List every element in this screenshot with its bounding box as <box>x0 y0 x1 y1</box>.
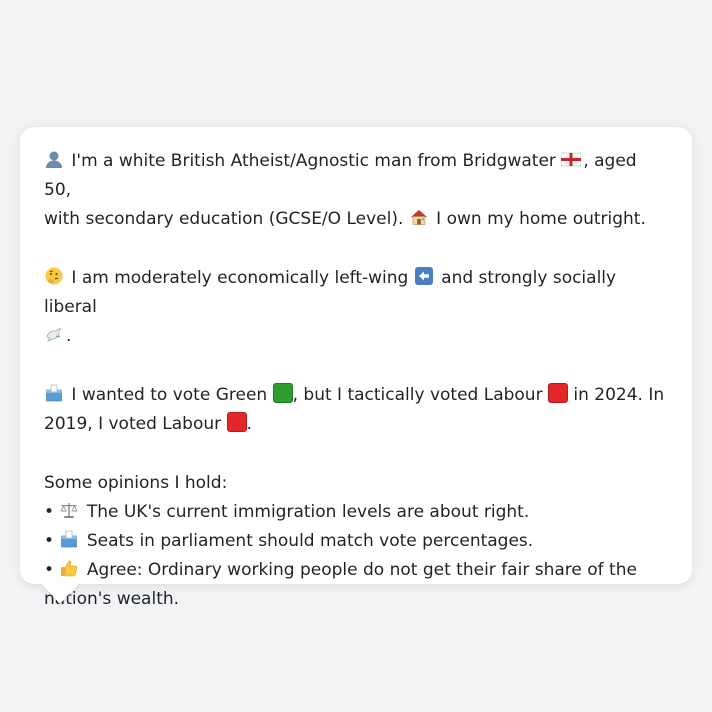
red-square-icon <box>226 412 247 432</box>
voting-text-5: . <box>246 414 252 434</box>
house-icon <box>409 207 429 227</box>
bubble-tail <box>42 584 78 604</box>
green-square-icon <box>272 383 293 403</box>
voting-paragraph: I wanted to vote Green , but I tacticall… <box>44 381 668 439</box>
stance-text-1: I am moderately economically left-wing <box>71 268 414 288</box>
thumbs-up-icon <box>59 558 79 578</box>
list-item: • The UK's current immigration levels ar… <box>44 498 668 527</box>
dove-icon <box>44 324 64 344</box>
bullet: • <box>44 531 55 551</box>
opinion-text: Seats in parliament should match vote pe… <box>86 531 534 551</box>
opinion-text: Agree: Ordinary working people do not ge… <box>86 560 637 580</box>
voting-text-3: in 2024. In <box>567 385 665 405</box>
left-arrow-icon <box>414 266 434 286</box>
voting-text-2: , but I tactically voted Labour <box>292 385 548 405</box>
list-item: • Seats in parliament should match vote … <box>44 527 668 556</box>
profile-text-1: I'm a white British Atheist/Agnostic man… <box>71 151 562 171</box>
profile-paragraph: I'm a white British Atheist/Agnostic man… <box>44 147 668 234</box>
opinion-text: The UK's current immigration levels are … <box>86 502 530 522</box>
profile-text-3: with secondary education (GCSE/O Level). <box>44 209 409 229</box>
bullet: • <box>44 560 55 580</box>
opinions-section: Some opinions I hold: • The UK's current… <box>44 469 668 614</box>
person-icon <box>44 149 64 169</box>
voting-text-1: I wanted to vote Green <box>71 385 273 405</box>
voting-text-4: 2019, I voted Labour <box>44 414 227 434</box>
ballot-box-icon <box>59 529 79 549</box>
opinions-heading: Some opinions I hold: <box>44 473 228 493</box>
political-stance-paragraph: I am moderately economically left-wing a… <box>44 264 668 351</box>
ballot-box-icon <box>44 383 64 403</box>
list-item: • Agree: Ordinary working people do not … <box>44 556 668 614</box>
thinking-face-icon <box>44 266 64 286</box>
bullet: • <box>44 502 55 522</box>
message-bubble: I'm a white British Atheist/Agnostic man… <box>20 127 692 609</box>
scales-icon <box>59 500 79 520</box>
red-square-icon <box>547 383 568 403</box>
stance-text-3: . <box>66 326 72 346</box>
profile-text-4: I own my home outright. <box>430 209 646 229</box>
england-flag-icon <box>561 149 582 169</box>
